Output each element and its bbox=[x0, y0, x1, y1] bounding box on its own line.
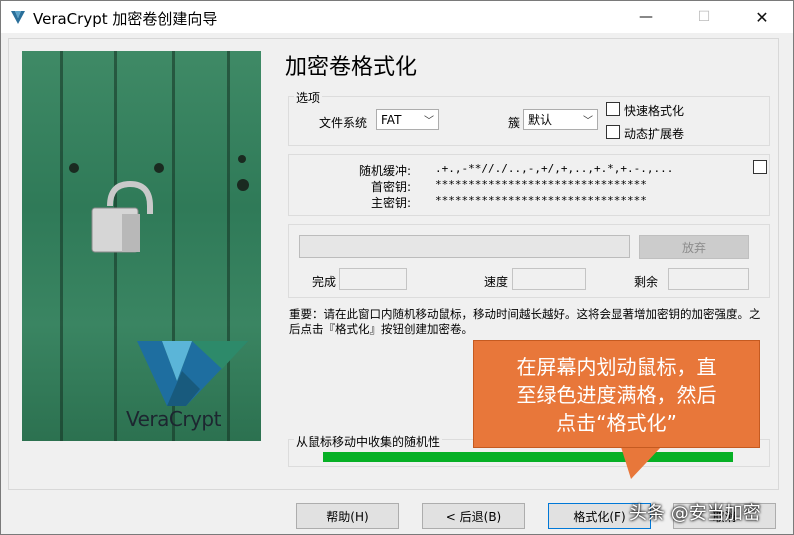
cluster-select[interactable]: 默认 ﹀ bbox=[523, 109, 598, 130]
brand-text: VeraCrypt bbox=[126, 407, 221, 431]
help-button[interactable]: 帮助(H) bbox=[296, 503, 399, 529]
side-image: VeraCrypt bbox=[22, 51, 261, 441]
speed-label: 速度 bbox=[484, 275, 509, 289]
window-title: VeraCrypt 加密卷创建向导 bbox=[33, 10, 218, 28]
done-label: 完成 bbox=[312, 275, 337, 289]
random-pool-value: .+.,-**//./..,-,+/,+,..,+.*,+.-.,... bbox=[435, 162, 674, 175]
chevron-down-icon: ﹀ bbox=[424, 116, 434, 127]
entropy-fill bbox=[323, 452, 733, 462]
header-key-value: ******************************** bbox=[435, 178, 647, 191]
format-label: 格式化(F) bbox=[573, 509, 626, 524]
veracrypt-logo-icon bbox=[11, 11, 25, 24]
callout-line-3: 点击“格式化” bbox=[556, 411, 677, 435]
notice-text: 重要：请在此窗口内随机移动鼠标，移动时间越长越好。这将会显著增加密钥的加密强度。… bbox=[289, 307, 761, 336]
close-button[interactable]: ✕ bbox=[739, 1, 785, 33]
watermark: 头条 @安当加密 bbox=[629, 503, 761, 524]
master-key-value: ******************************** bbox=[435, 194, 647, 207]
quick-format-label: 快速格式化 bbox=[624, 104, 685, 118]
back-button[interactable]: < 后退(B) bbox=[422, 503, 525, 529]
close-icon: ✕ bbox=[755, 7, 769, 27]
format-progress-bar bbox=[299, 235, 630, 258]
quick-format-checkbox[interactable] bbox=[606, 102, 620, 116]
veracrypt-emblem-icon bbox=[137, 341, 248, 406]
abort-label: 放弃 bbox=[681, 240, 706, 255]
header-key-label: 首密钥: bbox=[371, 180, 412, 194]
wizard-window: VeraCrypt 加密卷创建向导 — ☐ ✕ VeraCrypt 加密卷格式化 bbox=[0, 0, 794, 535]
random-pool-label: 随机缓冲: bbox=[359, 164, 412, 178]
title-bar[interactable]: VeraCrypt 加密卷创建向导 — ☐ ✕ bbox=[1, 1, 793, 33]
remaining-label: 剩余 bbox=[634, 275, 659, 289]
callout-tail bbox=[621, 447, 661, 479]
filesystem-select[interactable]: FAT ﹀ bbox=[376, 109, 439, 130]
speed-field bbox=[512, 268, 586, 290]
callout-line-2: 至绿色进度满格，然后 bbox=[516, 383, 717, 407]
filesystem-label: 文件系统 bbox=[319, 116, 368, 130]
minimize-icon: — bbox=[639, 9, 653, 25]
master-key-label: 主密钥: bbox=[371, 196, 412, 210]
done-field bbox=[339, 268, 407, 290]
minimize-button[interactable]: — bbox=[623, 1, 669, 33]
filesystem-value: FAT bbox=[381, 112, 402, 127]
remaining-field bbox=[668, 268, 749, 290]
maximize-icon: ☐ bbox=[697, 9, 711, 25]
maximize-button[interactable]: ☐ bbox=[681, 1, 727, 33]
dynamic-checkbox[interactable] bbox=[606, 125, 620, 139]
callout-line-1: 在屏幕内划动鼠标，直 bbox=[516, 355, 717, 379]
page-title: 加密卷格式化 bbox=[285, 55, 418, 80]
help-label: 帮助(H) bbox=[326, 509, 369, 524]
cluster-label: 簇 bbox=[508, 116, 521, 130]
entropy-bar bbox=[323, 452, 733, 462]
abort-button[interactable]: 放弃 bbox=[639, 235, 749, 259]
show-pool-checkbox[interactable] bbox=[753, 160, 767, 174]
cluster-value: 默认 bbox=[528, 113, 553, 127]
back-label: < 后退(B) bbox=[445, 509, 502, 524]
instruction-callout: 在屏幕内划动鼠标，直 至绿色进度满格，然后 点击“格式化” bbox=[473, 340, 760, 448]
entropy-legend: 从鼠标移动中收集的随机性 bbox=[294, 433, 443, 450]
dynamic-label: 动态扩展卷 bbox=[624, 127, 685, 141]
chevron-down-icon: ﹀ bbox=[583, 116, 593, 127]
options-legend: 选项 bbox=[294, 89, 323, 106]
